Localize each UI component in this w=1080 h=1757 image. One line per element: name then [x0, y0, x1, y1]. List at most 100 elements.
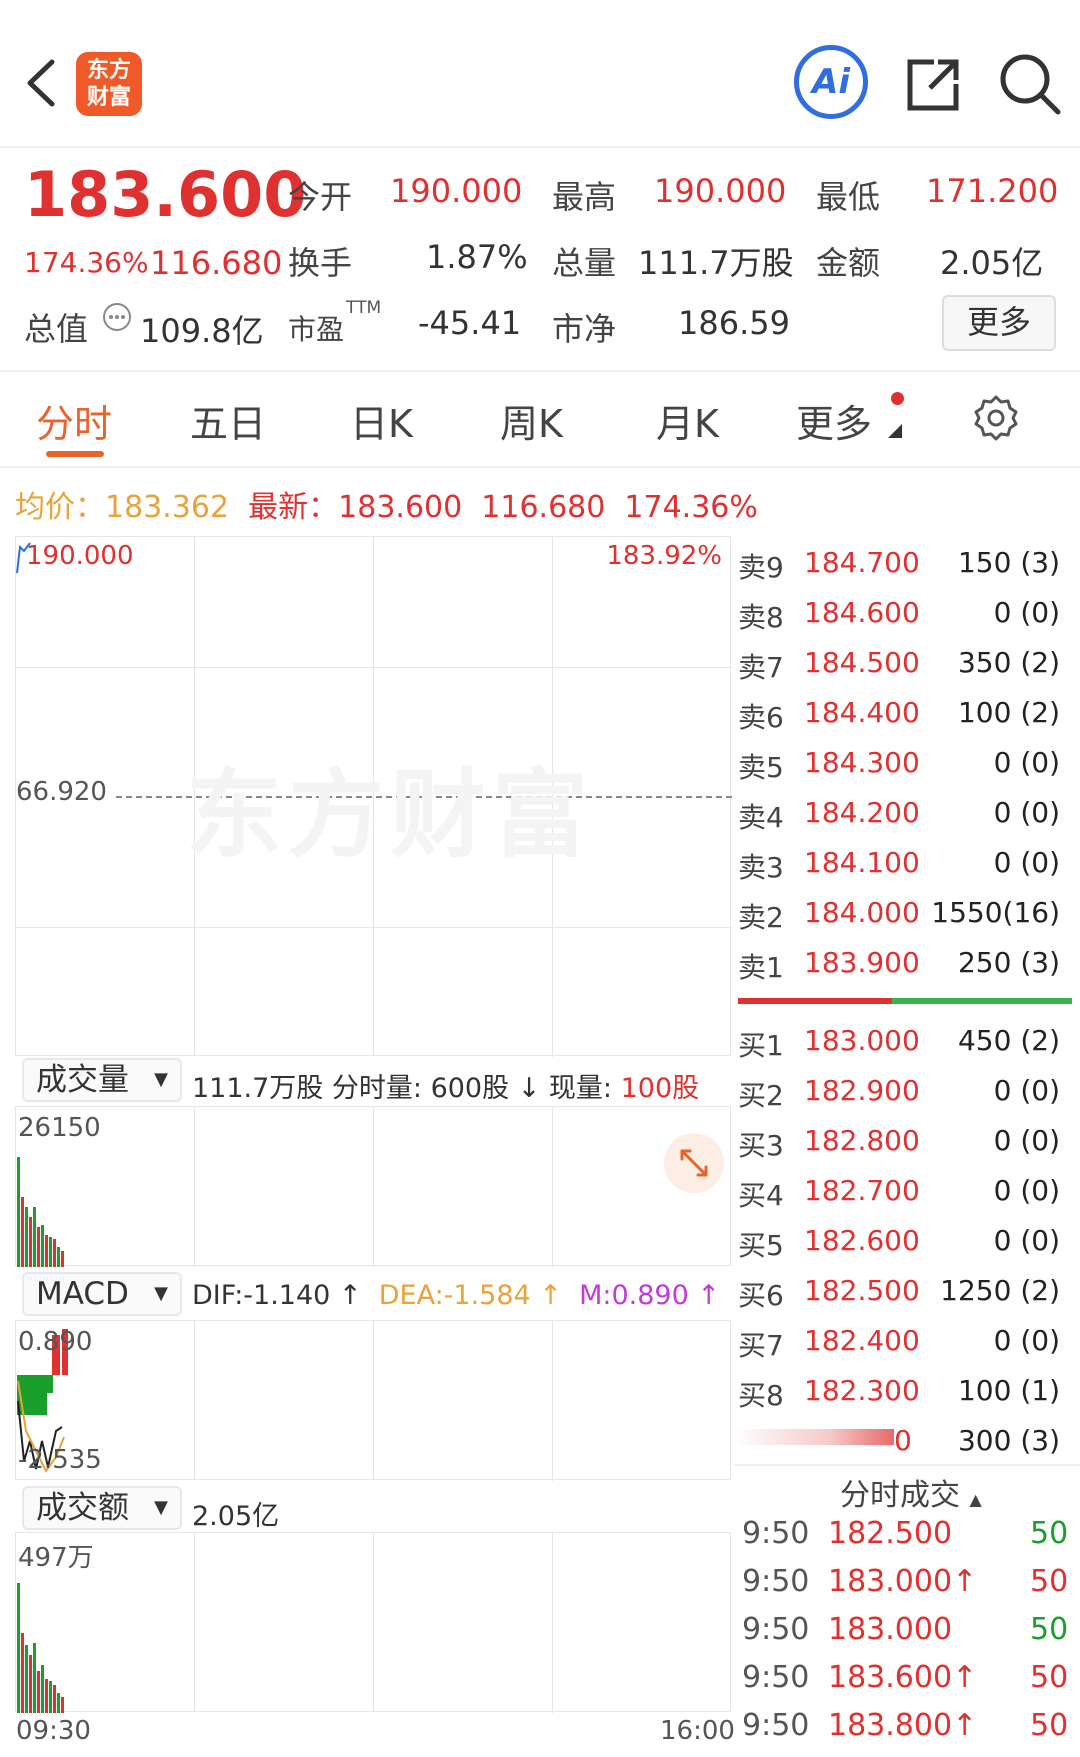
ask-price: 184.200 [804, 796, 920, 829]
change-percent: 174.36% [24, 246, 149, 279]
volume-selector[interactable]: 成交量 ▼ [22, 1058, 182, 1102]
amount-bars [17, 1583, 64, 1713]
bid-row: 买7 [738, 1329, 784, 1362]
avg-price-line: 均价：183.362 最新：183.600 116.680 174.36% [15, 482, 758, 526]
bid-volume: 0 (0) [993, 1224, 1060, 1257]
ask-volume: 0 (0) [993, 796, 1060, 829]
bid-volume: 1250 (2) [940, 1274, 1060, 1307]
bid-row: 买5 [738, 1229, 784, 1262]
tab-five-day[interactable]: 五日 [190, 393, 266, 448]
info-dots-icon[interactable] [102, 302, 132, 332]
bid-price: 182.600 [804, 1224, 920, 1257]
grid-line [552, 1321, 553, 1481]
pe-value: -45.41 [418, 304, 522, 342]
ask-price: 184.300 [804, 746, 920, 779]
ai-button[interactable]: Ai [794, 45, 868, 119]
avg-label: 均价： [15, 490, 105, 525]
more-quote-button[interactable]: 更多 [942, 295, 1056, 351]
change-amount: 116.680 [150, 244, 283, 282]
price-axis-mid: 66.920 [16, 777, 113, 807]
volume-chart[interactable]: 26150 [15, 1106, 731, 1267]
grid-line [16, 927, 732, 928]
amount-info: 2.05亿 [192, 1501, 280, 1532]
trade-price: 182.500 [828, 1516, 953, 1551]
volume-value: 111.7万股 [638, 244, 794, 282]
ask-row: 卖3 [738, 851, 784, 884]
pe-label: 市盈 [288, 313, 345, 346]
tab-more[interactable]: 更多 [796, 393, 872, 448]
trade-volume: 50 [1030, 1612, 1069, 1647]
ask-price: 184.500 [804, 646, 920, 679]
bid-row: 买2 [738, 1079, 784, 1112]
watermark: 东方财富 [186, 759, 594, 871]
amount-label: 金额 [816, 244, 881, 282]
volume-info: 111.7万股 分时量: 600股 ↓ 现量: 100股 [192, 1073, 700, 1104]
price-axis-top: 190.000 [26, 541, 134, 571]
share-icon[interactable] [904, 56, 962, 114]
trade-time: 9:50 [742, 1660, 810, 1695]
ask-row: 卖8 [738, 601, 784, 634]
tab-monthly-k[interactable]: 月K [656, 393, 719, 448]
trade-price: 183.000↑ [828, 1564, 978, 1599]
corner-triangle-icon [888, 424, 902, 438]
amount-chart[interactable]: 497万 [15, 1532, 731, 1713]
ask-price: 184.400 [804, 696, 920, 729]
latest-label: 最新： [248, 490, 339, 525]
low-value: 171.200 [926, 172, 1059, 210]
ask-price: 184.100 [804, 846, 920, 879]
price-line [16, 542, 31, 574]
bid-row: 买3 [738, 1129, 784, 1162]
price-chart[interactable]: 东方财富 190.000 183.92% 66.920 [15, 536, 732, 1057]
time-end: 16:00 [660, 1716, 735, 1746]
macd-chart[interactable]: 0.890 -2.535 [15, 1320, 731, 1481]
ask-volume: 0 (0) [993, 596, 1060, 629]
open-value: 190.000 [390, 172, 523, 210]
chevron-left-icon[interactable] [24, 58, 58, 108]
high-value: 190.000 [654, 172, 787, 210]
ask-volume: 350 (2) [957, 646, 1060, 679]
pb-label: 市净 [552, 310, 617, 348]
amount-selector[interactable]: 成交额 ▼ [22, 1486, 182, 1530]
current-price: 183.600 [24, 158, 307, 231]
tab-daily-k[interactable]: 日K [350, 393, 413, 448]
search-icon[interactable] [998, 52, 1062, 116]
ask-row: 卖7 [738, 651, 784, 684]
trade-volume: 50 [1030, 1516, 1069, 1551]
trade-price: 183.600↑ [828, 1660, 978, 1695]
trade-time: 9:50 [742, 1612, 810, 1647]
ask-price: 184.000 [804, 896, 920, 929]
ask-row: 卖9 [738, 551, 784, 584]
bid-row: 买8 [738, 1379, 784, 1412]
divider [734, 1464, 1080, 1466]
app-logo: 东方 财富 [76, 52, 142, 116]
trade-volume: 50 [1030, 1564, 1069, 1599]
ask-price: 184.700 [804, 546, 920, 579]
ask-volume: 100 (2) [957, 696, 1060, 729]
latest-change-pct: 174.36% [624, 490, 758, 525]
tab-weekly-k[interactable]: 周K [500, 393, 563, 448]
top-bar: 东方 财富 Ai [0, 0, 1080, 148]
turnover-value: 1.87% [426, 238, 528, 276]
ask-price: 184.600 [804, 596, 920, 629]
avg-value: 183.362 [105, 490, 230, 525]
gear-icon[interactable] [972, 394, 1020, 442]
expand-icon[interactable] [664, 1133, 724, 1193]
trade-price: 183.800↑ [828, 1708, 978, 1743]
ask-volume: 250 (3) [957, 946, 1060, 979]
grid-line [194, 1321, 195, 1481]
high-label: 最高 [552, 178, 617, 216]
macd-min-label: -2.535 [18, 1445, 102, 1475]
trades-title[interactable]: 分时成交 ▲ [840, 1470, 982, 1514]
ratio-bar-buy [892, 998, 1072, 1004]
tab-intraday[interactable]: 分时 [36, 393, 112, 448]
ask-row: 卖5 [738, 751, 784, 784]
amount-value: 2.05亿 [940, 244, 1044, 282]
trade-volume: 50 [1030, 1708, 1069, 1743]
bid-price: 183.000 [804, 1024, 920, 1057]
macd-selector[interactable]: MACD ▼ [22, 1272, 182, 1316]
volume-bars [17, 1157, 64, 1267]
bid-volume: 0 (0) [993, 1174, 1060, 1207]
grid-line [16, 667, 732, 668]
ask-price: 183.900 [804, 946, 920, 979]
open-label: 今开 [288, 178, 353, 216]
